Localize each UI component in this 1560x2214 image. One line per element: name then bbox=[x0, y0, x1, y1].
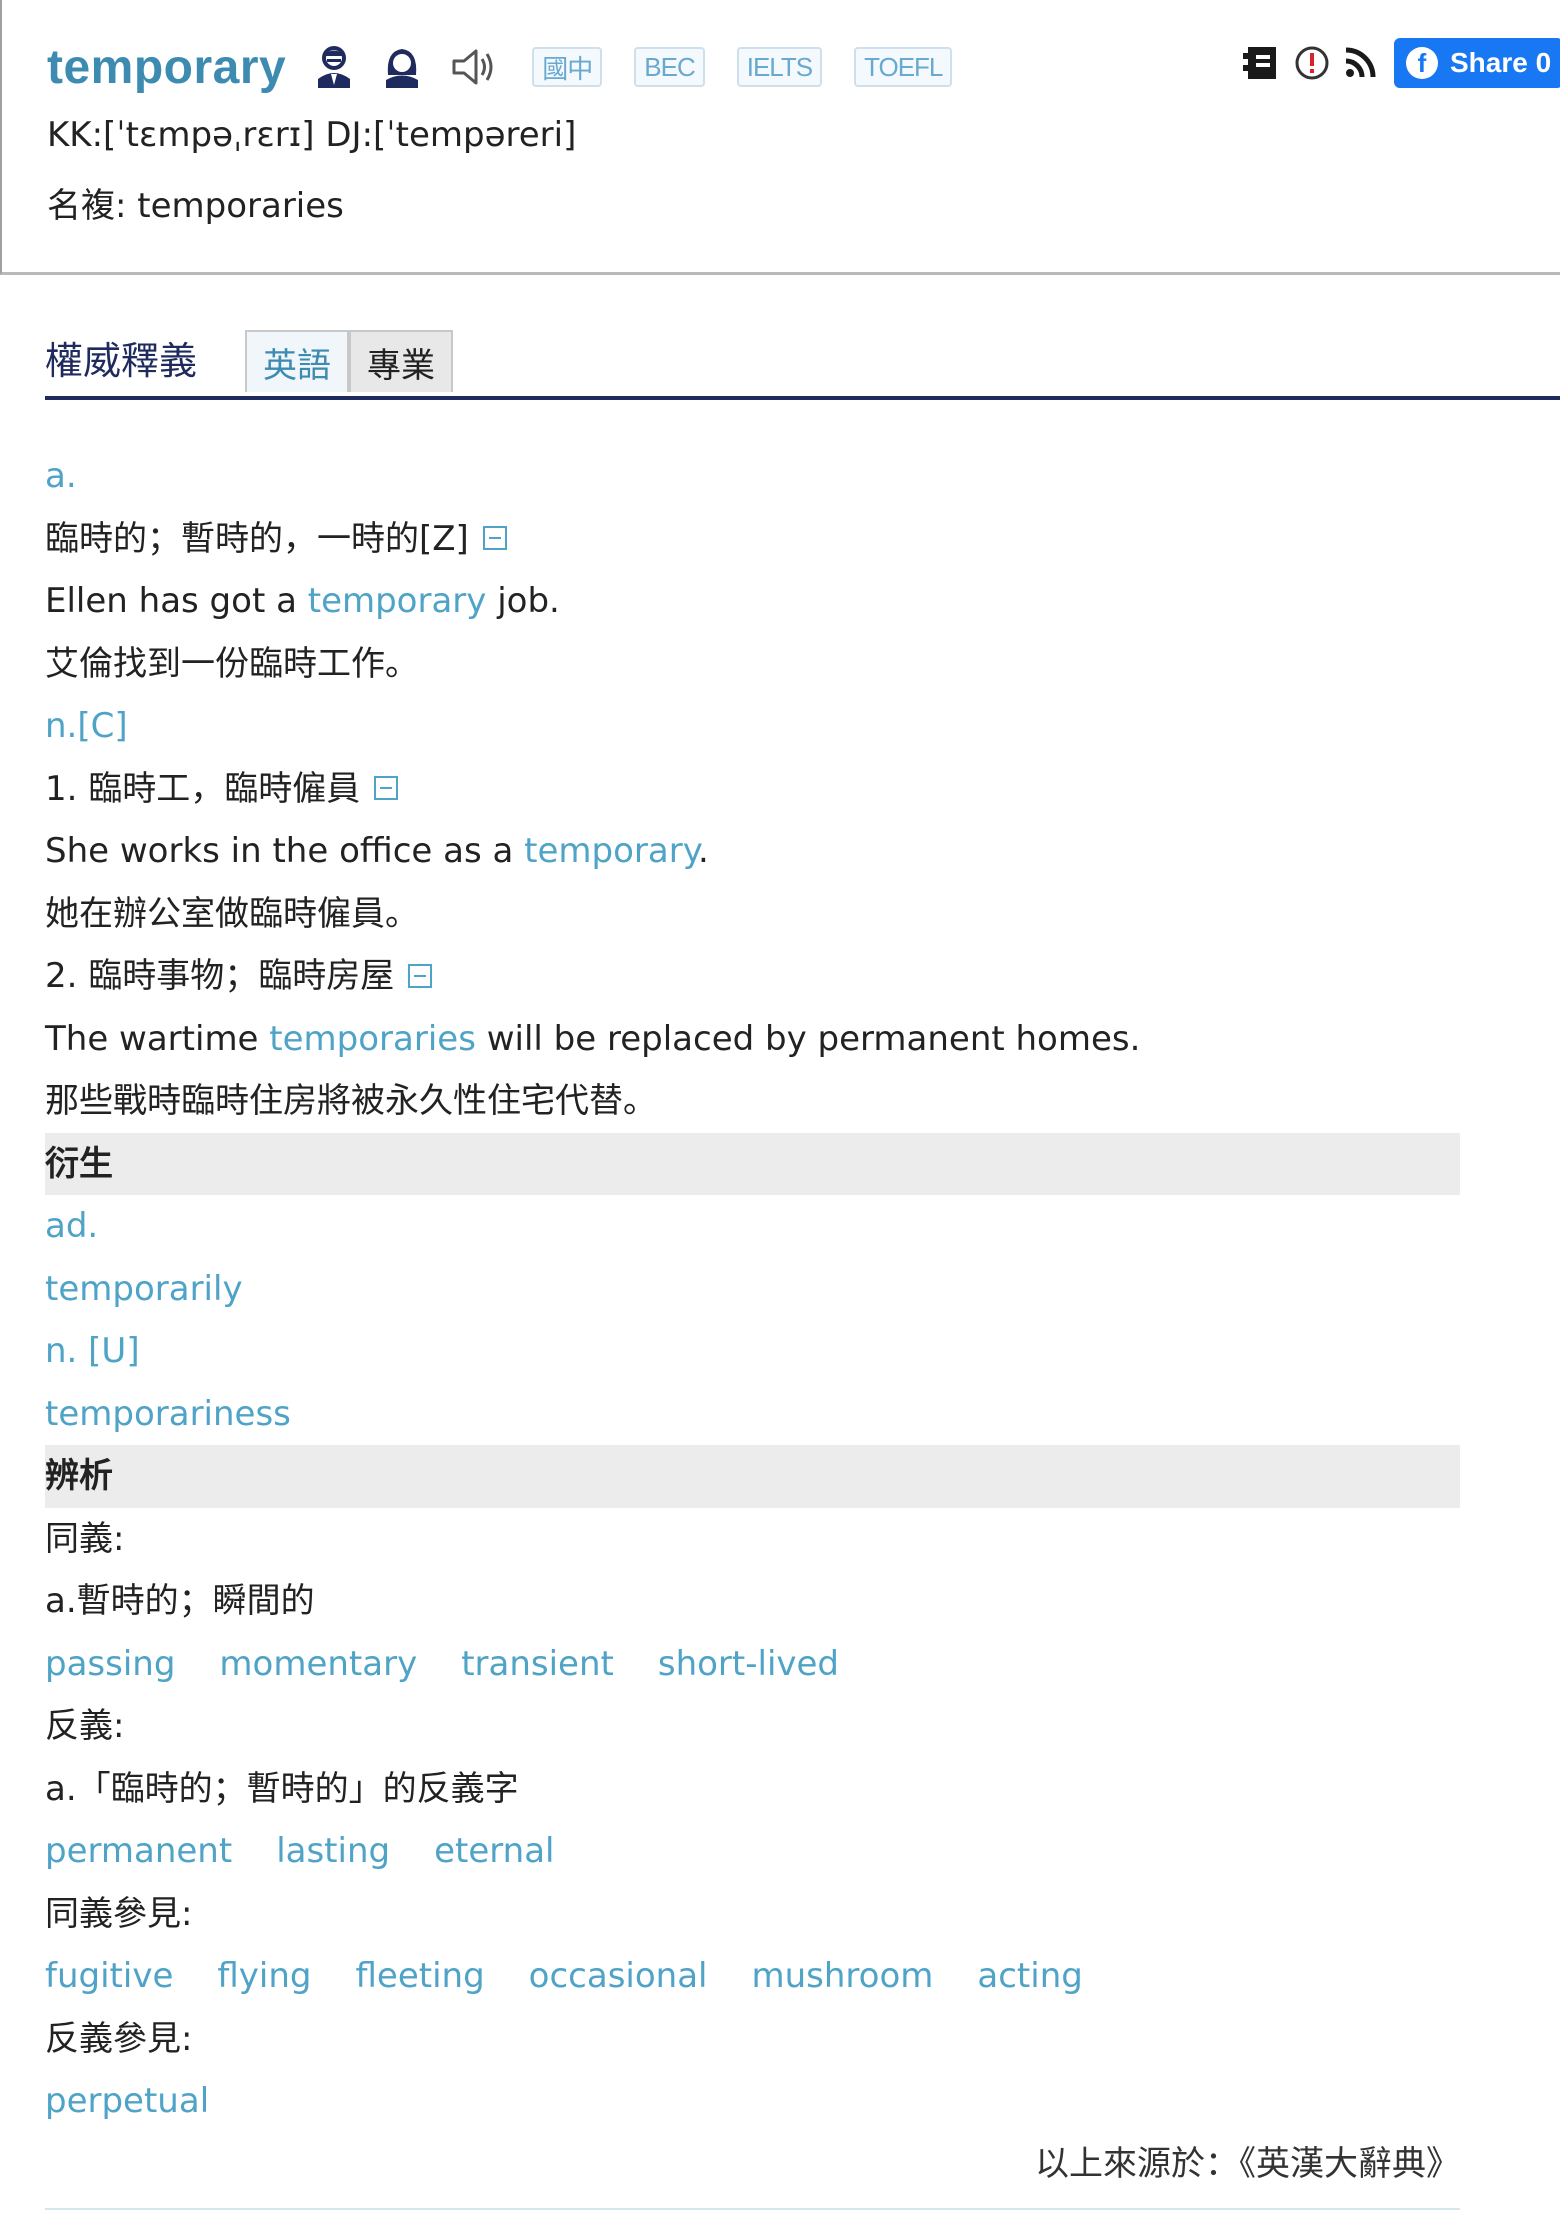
derivative-word-link[interactable]: temporariness bbox=[45, 1383, 1460, 1446]
definition-text: 2. 臨時事物；臨時房屋 bbox=[45, 956, 395, 996]
example-translation: 她在辦公室做臨時僱員。 bbox=[45, 893, 419, 934]
pronunciation: KK:[ˈtɛmpəˌrɛrɪ] DJ:[ˈtempəreri] bbox=[47, 115, 577, 155]
example-text: job. bbox=[486, 581, 560, 621]
synonym-link[interactable]: momentary bbox=[219, 1644, 417, 1684]
synonym-link[interactable]: passing bbox=[45, 1644, 175, 1684]
facebook-icon: f bbox=[1406, 47, 1438, 79]
collapse-icon[interactable] bbox=[482, 526, 507, 550]
pos-adjective: a. bbox=[45, 456, 77, 496]
definitions-section-header: 權威釋義 英語 專業 bbox=[45, 330, 1560, 400]
headword-link[interactable]: temporary bbox=[524, 831, 698, 871]
plural-form: 名複: temporaries bbox=[47, 186, 344, 226]
divider bbox=[45, 2208, 1460, 2210]
synonyms-sense: a.暫時的；瞬間的 bbox=[45, 1581, 315, 1621]
share-label: Share 0 bbox=[1450, 47, 1552, 78]
synonym-reference-link[interactable]: fleeting bbox=[356, 1956, 485, 1996]
derivative-pos: ad. bbox=[45, 1206, 99, 1246]
definition-text: 臨時的；暫時的，一時的[Z] bbox=[45, 518, 469, 559]
antonym-link[interactable]: permanent bbox=[45, 1831, 232, 1871]
example-translation: 艾倫找到一份臨時工作。 bbox=[45, 643, 419, 684]
facebook-share-button[interactable]: f Share 0 bbox=[1394, 38, 1560, 88]
synonym-reference-list: fugitive flying fleeting occasional mushroom… bbox=[45, 1945, 1460, 2008]
definition-line: 2. 臨時事物；臨時房屋 bbox=[45, 945, 1460, 1008]
synonym-reference-link[interactable]: mushroom bbox=[752, 1956, 934, 1996]
rss-icon[interactable] bbox=[1344, 47, 1376, 79]
synonym-reference-link[interactable]: occasional bbox=[529, 1956, 708, 1996]
synonym-link[interactable]: transient bbox=[461, 1644, 614, 1684]
word-header-panel: temporary 國中 BEC IELTS TOEFL f Share 0 K… bbox=[0, 0, 1560, 275]
example-text: Ellen has got a bbox=[45, 581, 308, 621]
pos-noun: n.[C] bbox=[45, 706, 128, 746]
antonym-link[interactable]: lasting bbox=[276, 1831, 390, 1871]
synonym-reference-link[interactable]: acting bbox=[977, 1956, 1082, 1996]
level-badge-junior-high[interactable]: 國中 bbox=[532, 47, 603, 87]
analysis-heading: 辨析 bbox=[45, 1445, 1460, 1508]
synonym-link[interactable]: short-lived bbox=[658, 1644, 839, 1684]
male-speaker-icon[interactable] bbox=[314, 45, 354, 89]
definition-line: 1. 臨時工，臨時僱員 bbox=[45, 758, 1460, 821]
example-sentence: Ellen has got a temporary job. bbox=[45, 570, 1460, 633]
example-sentence: She works in the office as a temporary. bbox=[45, 820, 1460, 883]
wordbook-icon[interactable] bbox=[1240, 43, 1280, 83]
definition-text: 1. 臨時工，臨時僱員 bbox=[45, 768, 361, 809]
definitions-content: a. 臨時的；暫時的，一時的[Z] Ellen has got a tempor… bbox=[45, 445, 1460, 2195]
derivative-word-link[interactable]: temporarily bbox=[45, 1258, 1460, 1321]
tab-english[interactable]: 英語 bbox=[245, 330, 349, 392]
definition-line: 臨時的；暫時的，一時的[Z] bbox=[45, 508, 1460, 571]
source-attribution: 以上來源於：《英漢大辭典》 bbox=[1035, 2143, 1460, 2184]
derivatives-heading: 衍生 bbox=[45, 1132, 1460, 1195]
antonyms-sense: a.「臨時的；暫時的」的反義字 bbox=[45, 1768, 519, 1809]
headword-link[interactable]: temporary bbox=[308, 581, 487, 621]
synonyms-label: 同義: bbox=[45, 1518, 125, 1559]
level-badge-ielts[interactable]: IELTS bbox=[736, 47, 823, 87]
female-speaker-icon[interactable] bbox=[382, 45, 422, 89]
derivative-pos: n. [U] bbox=[45, 1331, 140, 1371]
example-text: The wartime bbox=[45, 1018, 270, 1059]
level-badge-bec[interactable]: BEC bbox=[634, 47, 705, 87]
report-icon[interactable] bbox=[1294, 45, 1330, 81]
example-text: . bbox=[697, 831, 709, 871]
synonym-list: passing momentary transient short-lived bbox=[45, 1633, 1460, 1696]
section-title: 權威釋義 bbox=[45, 339, 198, 383]
example-sentence: The wartime temporaries will be replaced… bbox=[45, 1008, 1460, 1071]
antonym-list: permanent lasting eternal bbox=[45, 1820, 1460, 1883]
example-translation: 那些戰時臨時住房將被永久性住宅代替。 bbox=[45, 1081, 657, 1121]
synonym-reference-link[interactable]: fugitive bbox=[45, 1956, 173, 1996]
antonym-reference-label: 反義參見: bbox=[45, 2018, 193, 2059]
antonym-reference-list: perpetual bbox=[45, 2070, 1460, 2133]
headword-row: temporary 國中 BEC IELTS TOEFL bbox=[47, 32, 953, 102]
collapse-icon[interactable] bbox=[408, 963, 433, 988]
synonym-reference-label: 同義參見: bbox=[45, 1893, 193, 1934]
example-text: She works in the office as a bbox=[45, 831, 525, 871]
collapse-icon[interactable] bbox=[374, 776, 399, 800]
antonyms-label: 反義: bbox=[45, 1706, 125, 1746]
synonym-reference-link[interactable]: flying bbox=[217, 1956, 311, 1996]
antonym-link[interactable]: eternal bbox=[434, 1831, 554, 1871]
headword: temporary bbox=[47, 40, 287, 94]
headword-link[interactable]: temporaries bbox=[269, 1019, 476, 1059]
tab-professional[interactable]: 專業 bbox=[349, 330, 453, 392]
level-badge-toefl[interactable]: TOEFL bbox=[854, 47, 953, 87]
speaker-icon[interactable] bbox=[450, 47, 498, 87]
header-actions: f Share 0 bbox=[1240, 38, 1560, 88]
antonym-reference-link[interactable]: perpetual bbox=[45, 2081, 209, 2121]
example-text: will be replaced by permanent homes. bbox=[475, 1018, 1141, 1059]
